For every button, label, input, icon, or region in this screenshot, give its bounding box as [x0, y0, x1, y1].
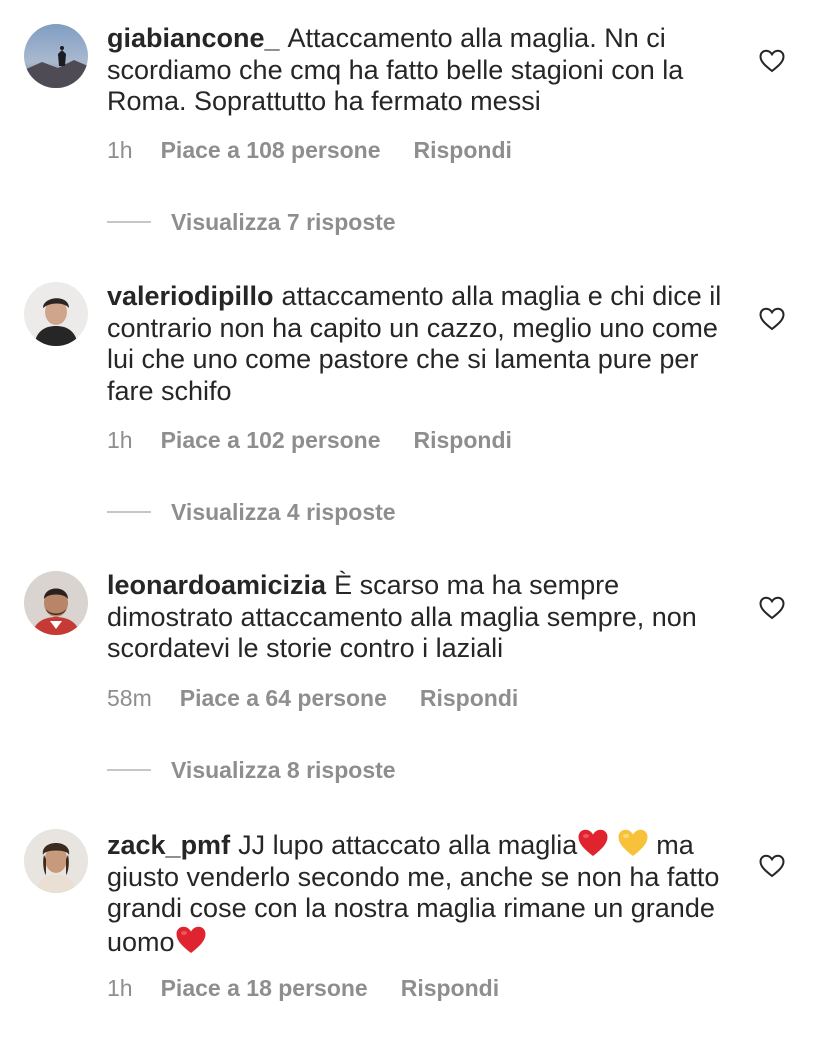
avatar[interactable]: [24, 571, 88, 635]
comment-username[interactable]: valeriodipillo: [107, 281, 274, 311]
comment-text: valeriodipillo attaccamento alla maglia e…: [107, 281, 737, 407]
like-heart-icon[interactable]: [759, 49, 785, 73]
view-replies-button[interactable]: Visualizza 4 risposte: [107, 497, 396, 527]
comment-text: giabiancone_ Attaccamento alla maglia. Nn…: [107, 23, 737, 118]
reply-button[interactable]: Rispondi: [401, 975, 499, 1001]
comment-likes[interactable]: Piace a 64 persone: [180, 685, 387, 711]
comment-text: leonardoamicizia È scarso ma ha sempre di…: [107, 570, 737, 665]
comment-likes[interactable]: Piace a 18 persone: [161, 975, 368, 1001]
comment-meta: 1h Piace a 102 persone Rispondi: [107, 427, 512, 454]
reply-button[interactable]: Rispondi: [414, 427, 512, 453]
comment-text: zack_pmf JJ lupo attaccato alla maglia ma…: [107, 828, 737, 958]
like-heart-icon[interactable]: [759, 854, 785, 878]
view-replies-label: Visualizza 4 risposte: [171, 498, 396, 525]
replies-divider: [107, 769, 151, 771]
comment-likes[interactable]: Piace a 108 persone: [161, 137, 381, 163]
comment-username[interactable]: leonardoamicizia: [107, 570, 326, 600]
like-heart-icon[interactable]: [759, 307, 785, 331]
red-heart-emoji-icon: [577, 828, 609, 858]
reply-button[interactable]: Rispondi: [414, 137, 512, 163]
comment-username[interactable]: zack_pmf: [107, 830, 230, 860]
red-heart-emoji-icon: [175, 925, 207, 955]
comment-meta: 1h Piace a 18 persone Rispondi: [107, 975, 499, 1002]
view-replies-label: Visualizza 8 risposte: [171, 756, 396, 783]
replies-divider: [107, 511, 151, 513]
avatar[interactable]: [24, 829, 88, 893]
comment-time: 1h: [107, 137, 133, 163]
avatar[interactable]: [24, 24, 88, 88]
like-heart-icon[interactable]: [759, 596, 785, 620]
replies-divider: [107, 221, 151, 223]
yellow-heart-emoji-icon: [617, 828, 649, 858]
comment-body-part1: JJ lupo attaccato alla maglia: [238, 830, 578, 860]
view-replies-button[interactable]: Visualizza 7 risposte: [107, 207, 396, 237]
reply-button[interactable]: Rispondi: [420, 685, 518, 711]
comment-meta: 58m Piace a 64 persone Rispondi: [107, 685, 518, 712]
comment-likes[interactable]: Piace a 102 persone: [161, 427, 381, 453]
comment-time: 1h: [107, 427, 133, 453]
view-replies-button[interactable]: Visualizza 8 risposte: [107, 755, 396, 785]
avatar[interactable]: [24, 282, 88, 346]
view-replies-label: Visualizza 7 risposte: [171, 208, 396, 235]
comment-time: 58m: [107, 685, 152, 711]
comment-username[interactable]: giabiancone_: [107, 23, 280, 53]
comment-time: 1h: [107, 975, 133, 1001]
comment-meta: 1h Piace a 108 persone Rispondi: [107, 137, 512, 164]
